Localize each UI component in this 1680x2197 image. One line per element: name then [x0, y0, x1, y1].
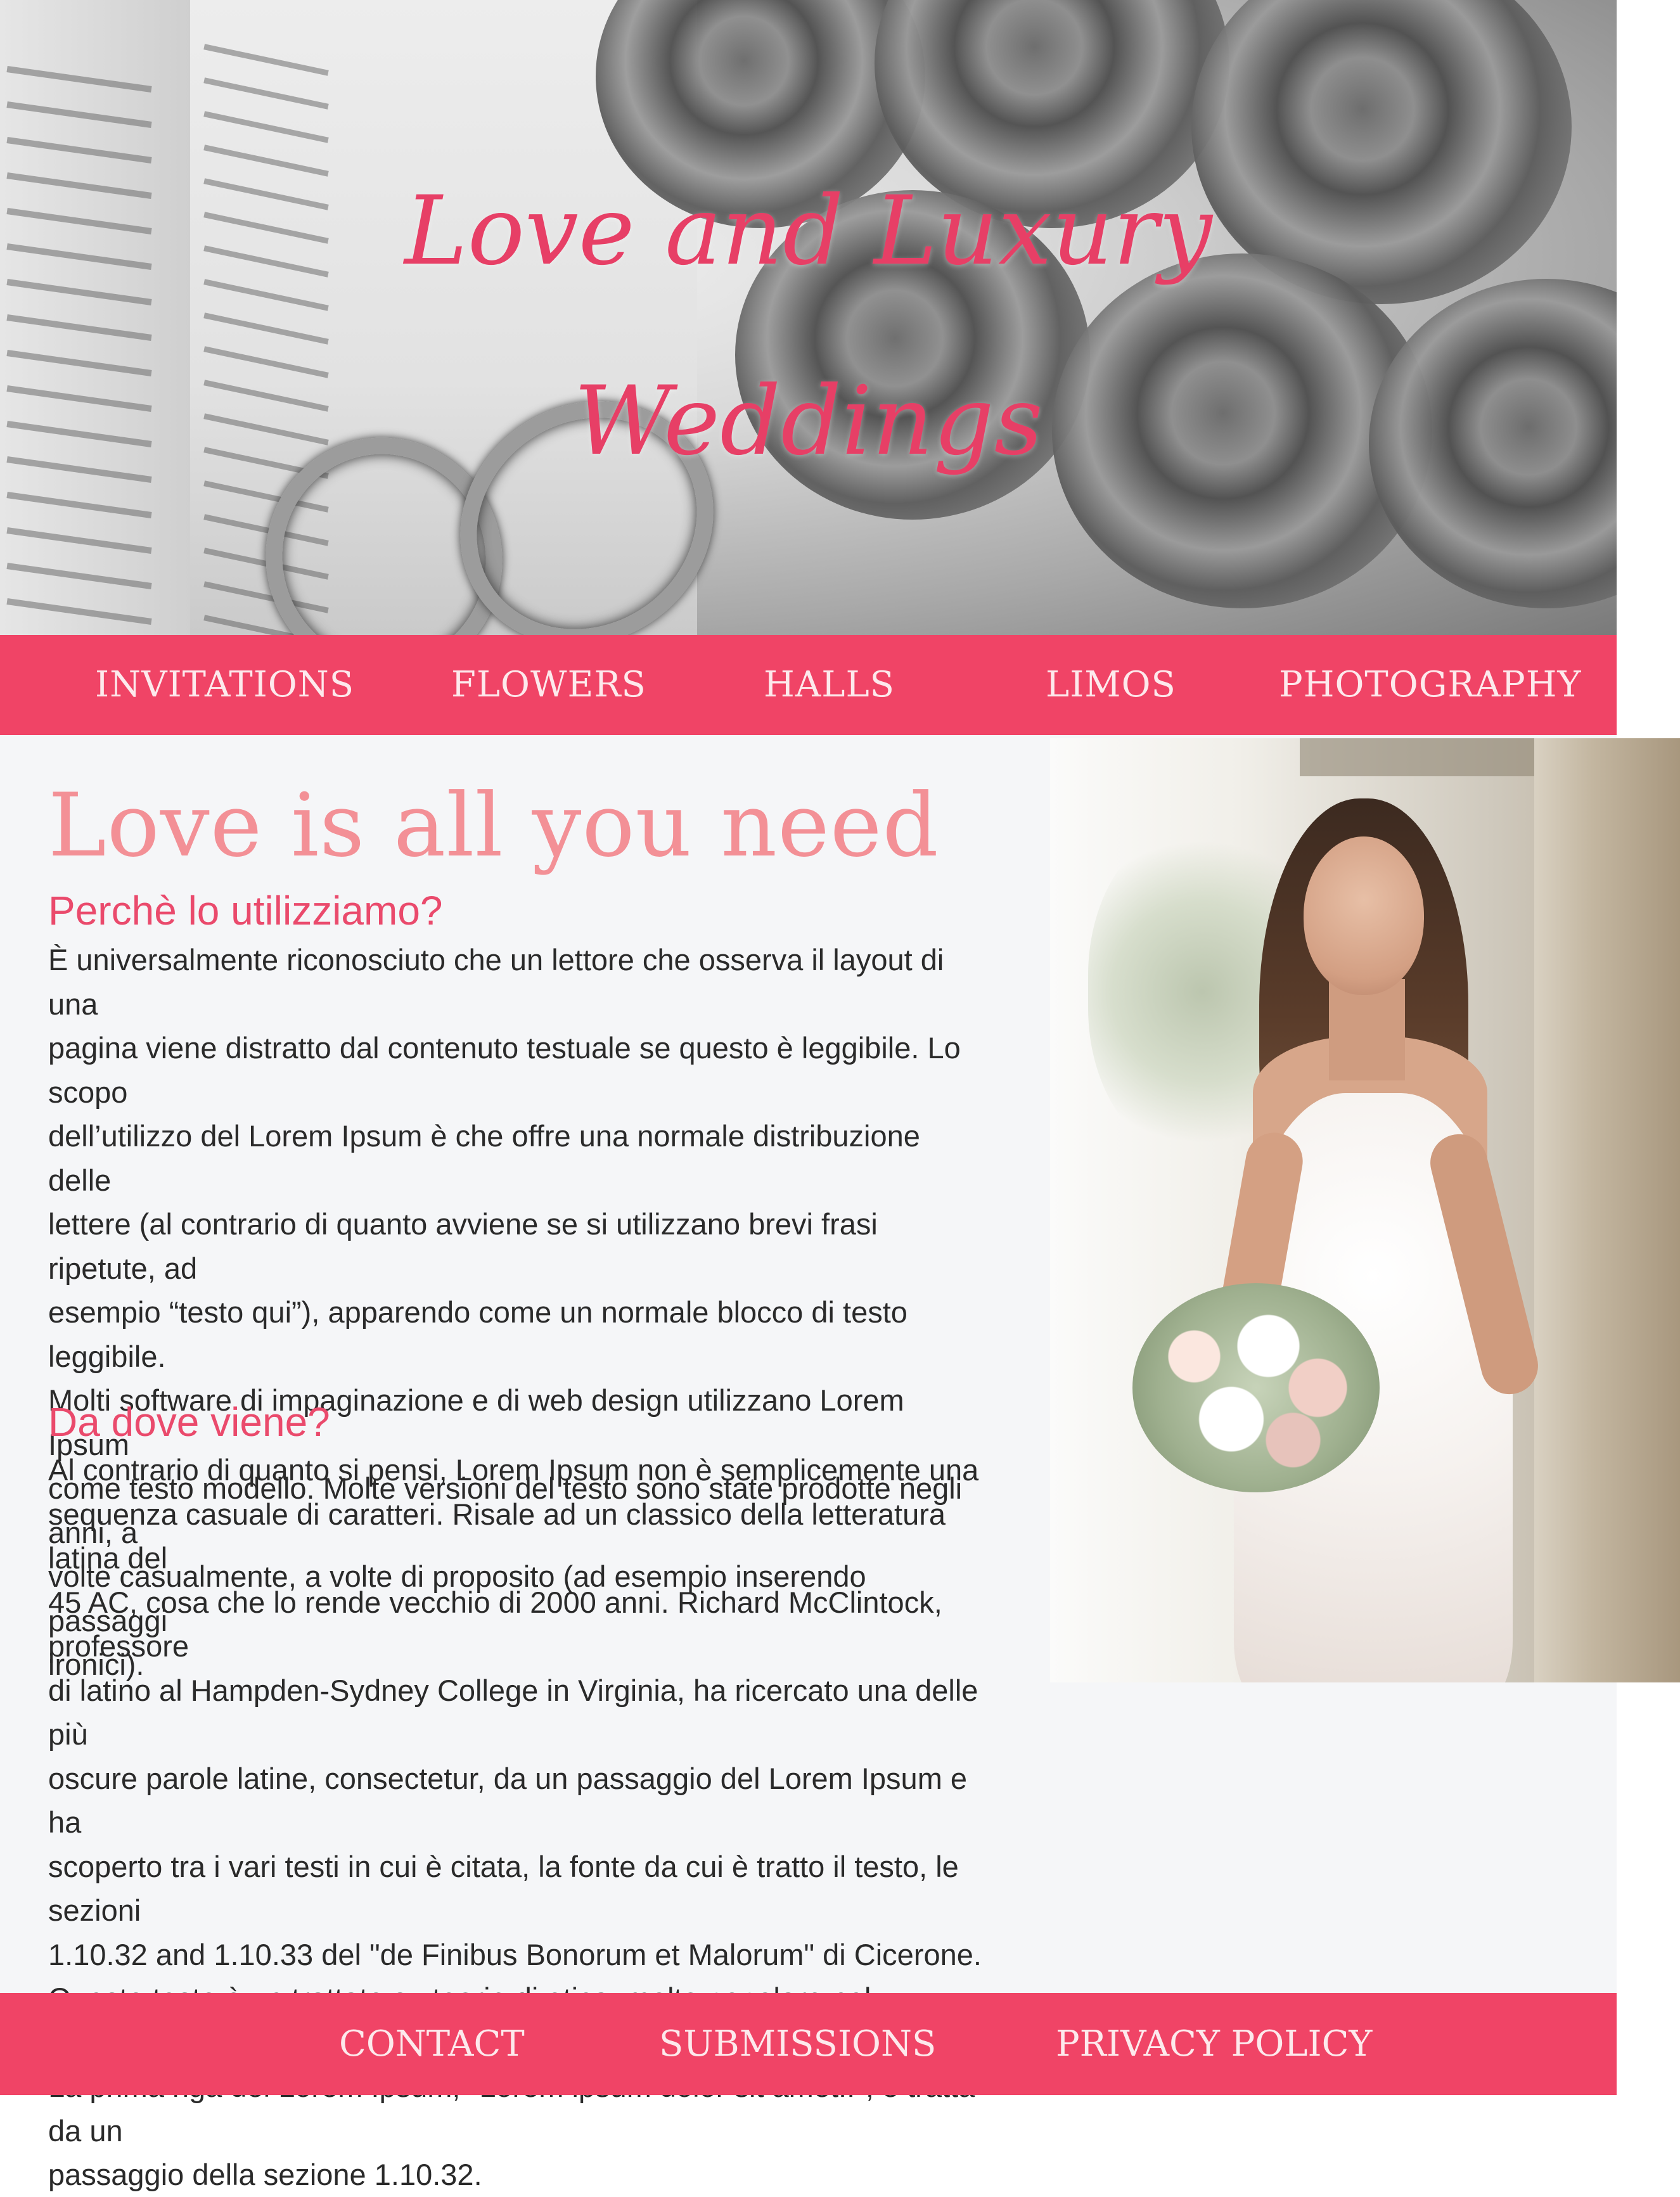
- nav-item-photography[interactable]: PHOTOGRAPHY: [1279, 635, 1582, 735]
- footer-link-submissions[interactable]: SUBMISSIONS: [659, 1993, 936, 2095]
- page-headline: Love is all you need: [48, 774, 939, 876]
- site-title: Love and Luxury Weddings: [0, 136, 1617, 516]
- nav-item-flowers[interactable]: FLOWERS: [451, 635, 646, 735]
- section-title-perche: Perchè lo utilizziamo?: [48, 888, 443, 933]
- hero-banner: Love and Luxury Weddings: [0, 0, 1617, 635]
- section-title-da-dove: Da dove viene?: [48, 1399, 330, 1445]
- footer: CONTACT SUBMISSIONS PRIVACY POLICY: [0, 1993, 1617, 2095]
- footer-link-contact[interactable]: CONTACT: [339, 1993, 525, 2095]
- nav-item-invitations[interactable]: INVITATIONS: [95, 635, 354, 735]
- footer-link-privacy-policy[interactable]: PRIVACY POLICY: [1056, 1993, 1372, 2095]
- nav-item-limos[interactable]: LIMOS: [1046, 635, 1176, 735]
- main-nav: INVITATIONS FLOWERS HALLS LIMOS PHOTOGRA…: [0, 635, 1617, 735]
- site-title-line1: Love and Luxury: [404, 176, 1212, 286]
- site-title-line2: Weddings: [574, 366, 1043, 477]
- bride-photo: [1050, 738, 1680, 1682]
- nav-item-halls[interactable]: HALLS: [764, 635, 895, 735]
- bouquet: [1132, 1283, 1380, 1492]
